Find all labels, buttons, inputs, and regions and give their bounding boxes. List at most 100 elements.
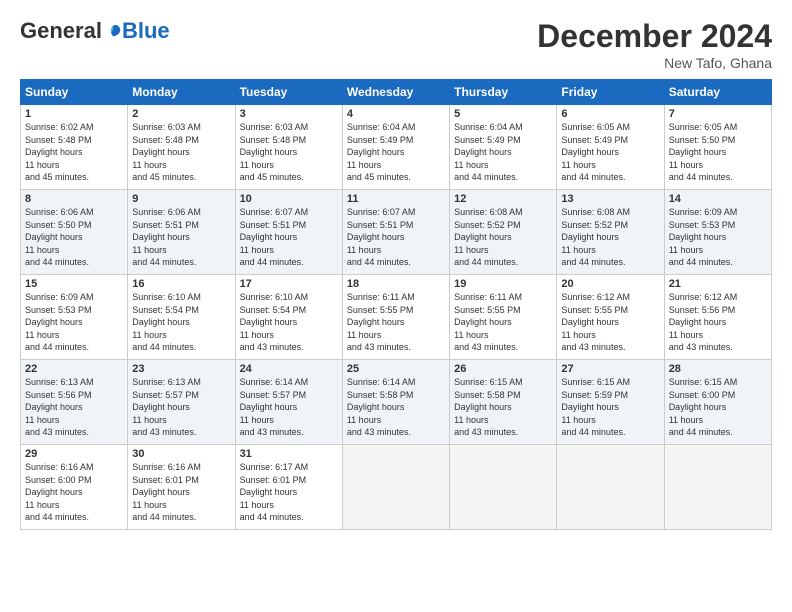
- day-info: Sunrise: 6:08 AMSunset: 5:52 PMDaylight …: [561, 206, 659, 269]
- day-number: 28: [669, 363, 767, 375]
- calendar-cell: [342, 445, 449, 530]
- week-row-4: 22Sunrise: 6:13 AMSunset: 5:56 PMDayligh…: [21, 360, 772, 445]
- day-info: Sunrise: 6:14 AMSunset: 5:58 PMDaylight …: [347, 376, 445, 439]
- day-number: 5: [454, 108, 552, 120]
- day-number: 19: [454, 278, 552, 290]
- day-info: Sunrise: 6:03 AMSunset: 5:48 PMDaylight …: [240, 121, 338, 184]
- calendar-page: General Blue December 2024 New Tafo, Gha…: [0, 0, 792, 612]
- calendar-cell: 14Sunrise: 6:09 AMSunset: 5:53 PMDayligh…: [664, 190, 771, 275]
- day-number: 21: [669, 278, 767, 290]
- header-saturday: Saturday: [664, 80, 771, 105]
- day-number: 6: [561, 108, 659, 120]
- day-number: 22: [25, 363, 123, 375]
- day-number: 17: [240, 278, 338, 290]
- location: New Tafo, Ghana: [537, 55, 772, 71]
- calendar-cell: [450, 445, 557, 530]
- calendar-cell: 7Sunrise: 6:05 AMSunset: 5:50 PMDaylight…: [664, 105, 771, 190]
- day-info: Sunrise: 6:15 AMSunset: 6:00 PMDaylight …: [669, 376, 767, 439]
- header-thursday: Thursday: [450, 80, 557, 105]
- calendar-cell: 4Sunrise: 6:04 AMSunset: 5:49 PMDaylight…: [342, 105, 449, 190]
- day-info: Sunrise: 6:03 AMSunset: 5:48 PMDaylight …: [132, 121, 230, 184]
- day-info: Sunrise: 6:17 AMSunset: 6:01 PMDaylight …: [240, 461, 338, 524]
- header-monday: Monday: [128, 80, 235, 105]
- calendar-cell: 2Sunrise: 6:03 AMSunset: 5:48 PMDaylight…: [128, 105, 235, 190]
- day-info: Sunrise: 6:15 AMSunset: 5:58 PMDaylight …: [454, 376, 552, 439]
- day-number: 16: [132, 278, 230, 290]
- calendar-cell: 3Sunrise: 6:03 AMSunset: 5:48 PMDaylight…: [235, 105, 342, 190]
- day-info: Sunrise: 6:16 AMSunset: 6:00 PMDaylight …: [25, 461, 123, 524]
- day-number: 9: [132, 193, 230, 205]
- day-info: Sunrise: 6:08 AMSunset: 5:52 PMDaylight …: [454, 206, 552, 269]
- header-tuesday: Tuesday: [235, 80, 342, 105]
- day-number: 7: [669, 108, 767, 120]
- logo-blue: Blue: [122, 18, 170, 44]
- calendar-cell: 19Sunrise: 6:11 AMSunset: 5:55 PMDayligh…: [450, 275, 557, 360]
- day-number: 2: [132, 108, 230, 120]
- day-info: Sunrise: 6:02 AMSunset: 5:48 PMDaylight …: [25, 121, 123, 184]
- title-block: December 2024 New Tafo, Ghana: [537, 18, 772, 71]
- day-info: Sunrise: 6:12 AMSunset: 5:55 PMDaylight …: [561, 291, 659, 354]
- calendar-cell: [557, 445, 664, 530]
- calendar-cell: 9Sunrise: 6:06 AMSunset: 5:51 PMDaylight…: [128, 190, 235, 275]
- day-number: 26: [454, 363, 552, 375]
- day-number: 8: [25, 193, 123, 205]
- day-info: Sunrise: 6:14 AMSunset: 5:57 PMDaylight …: [240, 376, 338, 439]
- calendar-cell: 25Sunrise: 6:14 AMSunset: 5:58 PMDayligh…: [342, 360, 449, 445]
- day-number: 13: [561, 193, 659, 205]
- day-number: 18: [347, 278, 445, 290]
- calendar-cell: 29Sunrise: 6:16 AMSunset: 6:00 PMDayligh…: [21, 445, 128, 530]
- day-number: 10: [240, 193, 338, 205]
- day-number: 11: [347, 193, 445, 205]
- calendar-cell: 15Sunrise: 6:09 AMSunset: 5:53 PMDayligh…: [21, 275, 128, 360]
- day-info: Sunrise: 6:11 AMSunset: 5:55 PMDaylight …: [347, 291, 445, 354]
- calendar-cell: 17Sunrise: 6:10 AMSunset: 5:54 PMDayligh…: [235, 275, 342, 360]
- calendar-cell: 24Sunrise: 6:14 AMSunset: 5:57 PMDayligh…: [235, 360, 342, 445]
- day-info: Sunrise: 6:10 AMSunset: 5:54 PMDaylight …: [132, 291, 230, 354]
- day-info: Sunrise: 6:16 AMSunset: 6:01 PMDaylight …: [132, 461, 230, 524]
- day-info: Sunrise: 6:06 AMSunset: 5:51 PMDaylight …: [132, 206, 230, 269]
- day-number: 4: [347, 108, 445, 120]
- day-number: 12: [454, 193, 552, 205]
- calendar-cell: 20Sunrise: 6:12 AMSunset: 5:55 PMDayligh…: [557, 275, 664, 360]
- calendar-cell: [664, 445, 771, 530]
- week-row-1: 1Sunrise: 6:02 AMSunset: 5:48 PMDaylight…: [21, 105, 772, 190]
- calendar-cell: 21Sunrise: 6:12 AMSunset: 5:56 PMDayligh…: [664, 275, 771, 360]
- header-friday: Friday: [557, 80, 664, 105]
- calendar-cell: 26Sunrise: 6:15 AMSunset: 5:58 PMDayligh…: [450, 360, 557, 445]
- logo: General Blue: [20, 18, 170, 44]
- week-row-2: 8Sunrise: 6:06 AMSunset: 5:50 PMDaylight…: [21, 190, 772, 275]
- calendar-cell: 16Sunrise: 6:10 AMSunset: 5:54 PMDayligh…: [128, 275, 235, 360]
- day-number: 20: [561, 278, 659, 290]
- day-info: Sunrise: 6:06 AMSunset: 5:50 PMDaylight …: [25, 206, 123, 269]
- calendar-cell: 1Sunrise: 6:02 AMSunset: 5:48 PMDaylight…: [21, 105, 128, 190]
- day-info: Sunrise: 6:04 AMSunset: 5:49 PMDaylight …: [454, 121, 552, 184]
- day-info: Sunrise: 6:07 AMSunset: 5:51 PMDaylight …: [347, 206, 445, 269]
- week-row-3: 15Sunrise: 6:09 AMSunset: 5:53 PMDayligh…: [21, 275, 772, 360]
- page-header: General Blue December 2024 New Tafo, Gha…: [20, 18, 772, 71]
- day-info: Sunrise: 6:13 AMSunset: 5:57 PMDaylight …: [132, 376, 230, 439]
- day-info: Sunrise: 6:10 AMSunset: 5:54 PMDaylight …: [240, 291, 338, 354]
- header-wednesday: Wednesday: [342, 80, 449, 105]
- calendar-cell: 11Sunrise: 6:07 AMSunset: 5:51 PMDayligh…: [342, 190, 449, 275]
- day-info: Sunrise: 6:12 AMSunset: 5:56 PMDaylight …: [669, 291, 767, 354]
- day-info: Sunrise: 6:07 AMSunset: 5:51 PMDaylight …: [240, 206, 338, 269]
- day-number: 25: [347, 363, 445, 375]
- day-number: 27: [561, 363, 659, 375]
- week-row-5: 29Sunrise: 6:16 AMSunset: 6:00 PMDayligh…: [21, 445, 772, 530]
- day-number: 14: [669, 193, 767, 205]
- calendar-cell: 12Sunrise: 6:08 AMSunset: 5:52 PMDayligh…: [450, 190, 557, 275]
- day-number: 30: [132, 448, 230, 460]
- calendar-cell: 6Sunrise: 6:05 AMSunset: 5:49 PMDaylight…: [557, 105, 664, 190]
- calendar-cell: 27Sunrise: 6:15 AMSunset: 5:59 PMDayligh…: [557, 360, 664, 445]
- logo-general: General: [20, 18, 102, 44]
- day-number: 29: [25, 448, 123, 460]
- day-number: 23: [132, 363, 230, 375]
- day-info: Sunrise: 6:05 AMSunset: 5:49 PMDaylight …: [561, 121, 659, 184]
- day-info: Sunrise: 6:04 AMSunset: 5:49 PMDaylight …: [347, 121, 445, 184]
- calendar-cell: 23Sunrise: 6:13 AMSunset: 5:57 PMDayligh…: [128, 360, 235, 445]
- calendar-header-row: Sunday Monday Tuesday Wednesday Thursday…: [21, 80, 772, 105]
- header-sunday: Sunday: [21, 80, 128, 105]
- day-info: Sunrise: 6:09 AMSunset: 5:53 PMDaylight …: [25, 291, 123, 354]
- day-info: Sunrise: 6:11 AMSunset: 5:55 PMDaylight …: [454, 291, 552, 354]
- day-number: 15: [25, 278, 123, 290]
